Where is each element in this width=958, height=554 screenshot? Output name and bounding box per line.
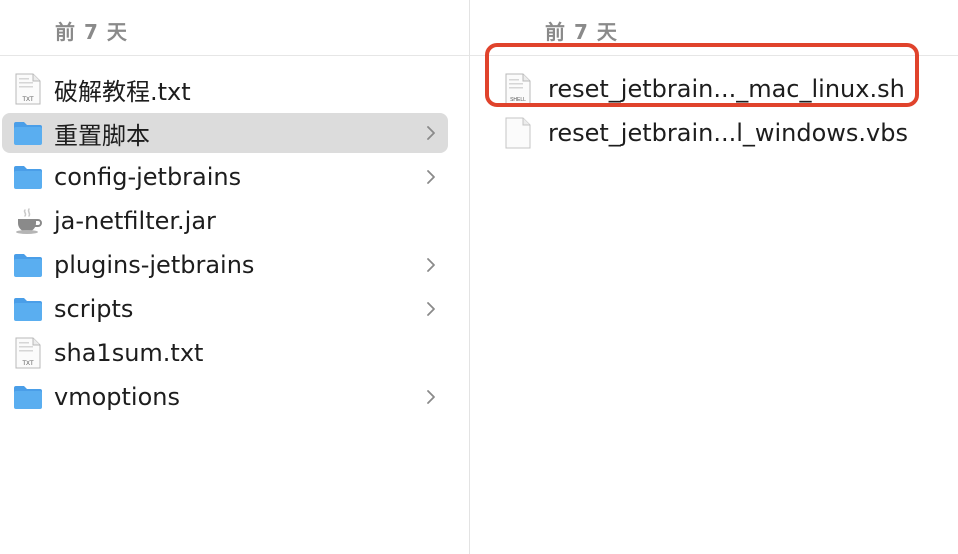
java-jar-icon [12,205,44,237]
item-label: config-jetbrains [54,163,242,191]
list-item-vmoptions-folder[interactable]: vmoptions [2,377,448,417]
annotation-highlight-box [485,43,919,107]
item-label: scripts [54,295,134,323]
chevron-right-icon [424,121,438,145]
list-item-scripts-folder[interactable]: scripts [2,289,448,329]
list-item-sha1sum-txt[interactable]: TXT sha1sum.txt [2,333,448,373]
list-item-crack-tutorial[interactable]: TXT 破解教程.txt [2,69,448,109]
svg-text:TXT: TXT [22,361,34,367]
left-column-header: 前 7 天 [0,0,469,56]
item-label: 破解教程.txt [54,77,191,106]
left-column[interactable]: 前 7 天 TXT 破解教程.txt 重置脚本 config-jetbrains… [0,0,470,554]
item-label: reset_jetbrain...l_windows.vbs [548,119,908,147]
list-item-reset-scripts-folder[interactable]: 重置脚本 [2,113,448,153]
item-label: sha1sum.txt [54,339,204,367]
item-label: vmoptions [54,383,180,411]
finder-column-view: 前 7 天 TXT 破解教程.txt 重置脚本 config-jetbrains… [0,0,958,554]
list-item-reset-windows-vbs[interactable]: reset_jetbrain...l_windows.vbs [480,113,950,153]
item-label: 重置脚本 [54,121,150,150]
blank-file-icon [502,117,534,149]
right-column-header-label: 前 7 天 [545,20,618,44]
list-item-ja-netfilter-jar[interactable]: ja-netfilter.jar [2,201,448,241]
chevron-right-icon [424,165,438,189]
item-label: ja-netfilter.jar [54,207,216,235]
folder-icon [12,161,44,193]
list-item-config-jetbrains-folder[interactable]: config-jetbrains [2,157,448,197]
chevron-right-icon [424,297,438,321]
txt-file-icon: TXT [12,73,44,105]
folder-icon [12,293,44,325]
svg-text:TXT: TXT [22,97,34,103]
chevron-right-icon [424,385,438,409]
chevron-right-icon [424,253,438,277]
list-item-plugins-jetbrains-folder[interactable]: plugins-jetbrains [2,245,448,285]
left-column-header-label: 前 7 天 [55,20,128,44]
item-label: plugins-jetbrains [54,251,255,279]
txt-file-icon: TXT [12,337,44,369]
folder-icon [12,249,44,281]
folder-icon [12,117,44,149]
folder-icon [12,381,44,413]
